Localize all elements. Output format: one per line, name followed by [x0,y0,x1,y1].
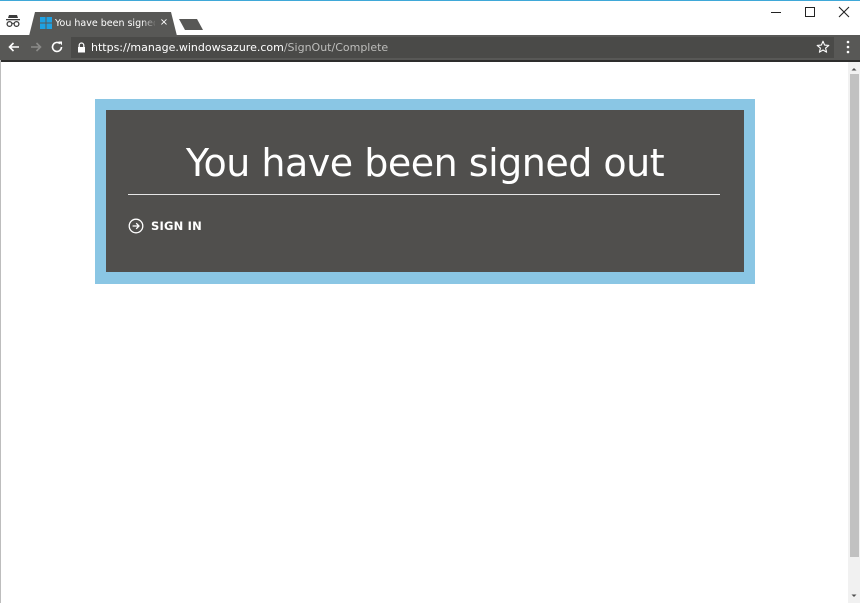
arrow-circle-right-icon [128,218,144,234]
new-tab-button[interactable] [179,19,203,30]
reload-icon[interactable] [49,39,65,55]
minimize-icon[interactable] [761,4,791,20]
url-text[interactable]: https://manage.windowsazure.com/SignOut/… [91,39,388,56]
kebab-menu-icon[interactable] [842,39,854,55]
tab-title: You have been signed out [55,18,155,29]
page-title: You have been signed out [185,141,665,185]
vertical-scrollbar[interactable] [848,62,860,603]
sign-in-link[interactable]: SIGN IN [128,217,202,235]
browser-toolbar: https://manage.windowsazure.com/SignOut/… [0,35,860,60]
scroll-down-arrow-icon[interactable] [848,591,860,601]
signout-card: You have been signed out SIGN IN [95,99,755,284]
tab-close-icon[interactable]: × [158,17,170,29]
url-host: https://manage.windowsazure.com [91,41,284,54]
star-icon[interactable] [816,40,830,54]
back-arrow-icon[interactable] [6,39,22,55]
heading-divider [128,194,720,195]
maximize-icon[interactable] [795,4,825,20]
window-left-border [0,60,1,603]
lock-icon [78,42,85,53]
address-bar[interactable]: https://manage.windowsazure.com/SignOut/… [71,37,834,58]
title-bar: You have been signed out × [0,1,860,36]
url-path: /SignOut/Complete [283,41,389,54]
browser-tab[interactable]: You have been signed out × [29,12,177,36]
sign-in-label: SIGN IN [151,219,202,233]
signout-panel: You have been signed out SIGN IN [106,110,744,272]
windows-logo-icon [40,17,52,29]
forward-arrow-icon[interactable] [28,39,44,55]
scroll-up-arrow-icon[interactable] [848,64,860,74]
scrollbar-thumb[interactable] [850,74,859,557]
tab-title-fade [141,16,157,32]
incognito-icon [6,15,20,28]
window-close-icon[interactable] [829,4,859,20]
